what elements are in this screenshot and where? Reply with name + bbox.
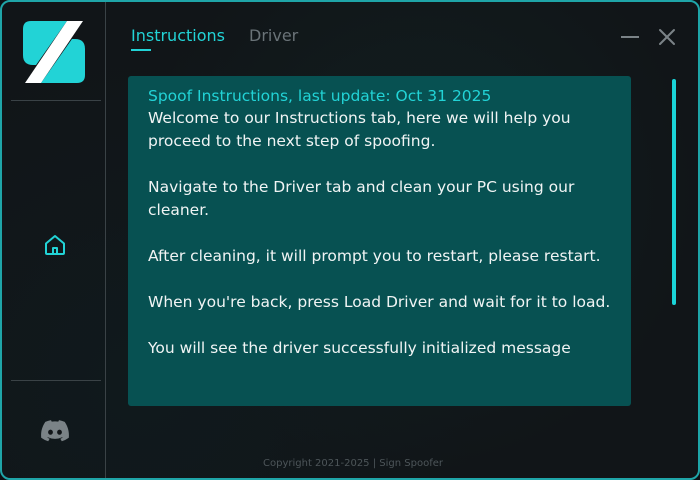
- discord-icon[interactable]: [38, 416, 72, 446]
- tab-instructions[interactable]: Instructions: [131, 26, 225, 45]
- panel-scrollbar[interactable]: [672, 79, 676, 305]
- tab-driver[interactable]: Driver: [249, 26, 298, 45]
- instruction-paragraph: When you're back, press Load Driver and …: [148, 293, 611, 311]
- logo-icon: [23, 21, 85, 83]
- instruction-paragraph: You will see the driver successfully ini…: [148, 339, 571, 357]
- footer-copyright: Copyright 2021-2025 | Sign Spoofer: [263, 458, 443, 469]
- sidebar: [2, 2, 106, 478]
- panel-title: Spoof Instructions, last update: Oct 31 …: [148, 87, 492, 105]
- sidebar-divider: [11, 100, 101, 101]
- active-tab-indicator: [131, 49, 151, 51]
- minimize-icon[interactable]: [619, 28, 641, 46]
- instructions-panel: Spoof Instructions, last update: Oct 31 …: [128, 76, 631, 406]
- app-window: Instructions Driver Spoof Instructions, …: [0, 0, 700, 480]
- instruction-paragraph: After cleaning, it will prompt you to re…: [148, 247, 601, 265]
- panel-body: Welcome to our Instructions tab, here we…: [148, 107, 611, 360]
- instruction-paragraph: Welcome to our Instructions tab, here we…: [148, 109, 571, 150]
- close-icon[interactable]: [657, 27, 677, 47]
- instruction-paragraph: Navigate to the Driver tab and clean you…: [148, 178, 575, 219]
- sidebar-divider: [11, 380, 101, 381]
- home-icon[interactable]: [40, 230, 70, 260]
